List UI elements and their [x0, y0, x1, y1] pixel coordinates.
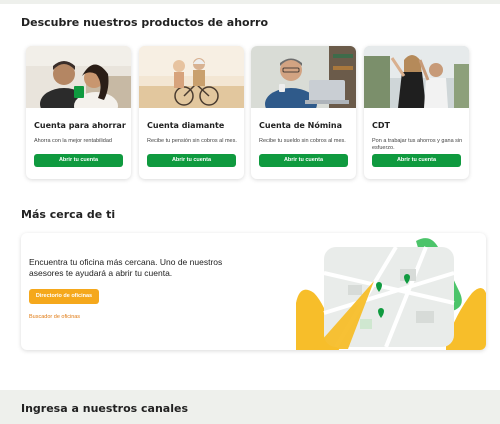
- product-card-cdt: CDT Pon a trabajar tus ahorros y gana si…: [364, 46, 469, 179]
- office-directory-button[interactable]: Directorio de oficinas: [29, 289, 99, 304]
- product-name: CDT: [372, 121, 390, 130]
- man-laptop-photo: [251, 46, 356, 108]
- product-name: Cuenta de Nómina: [259, 121, 342, 130]
- elderly-couple-bike-photo: [139, 46, 244, 108]
- celebrating-couple-photo: [364, 46, 469, 108]
- couple-photo: [26, 46, 131, 108]
- product-description: Ahorra con la mejor rentabilidad: [34, 138, 112, 144]
- office-finder-box: Encuentra tu oficina más cercana. Uno de…: [21, 233, 486, 350]
- office-search-link[interactable]: Buscador de oficinas: [29, 314, 80, 320]
- top-strip: [0, 0, 500, 4]
- near-section-title: Más cerca de ti: [21, 208, 116, 221]
- product-card-diamante: Cuenta diamante Recibe tu pensión sin co…: [139, 46, 244, 179]
- product-description: Pon a trabajar tus ahorros y gana sin es…: [372, 138, 463, 151]
- product-name: Cuenta diamante: [147, 121, 225, 130]
- product-card-ahorrar: Cuenta para ahorrar Ahorra con la mejor …: [26, 46, 131, 179]
- product-card-nomina: Cuenta de Nómina Recibe tu sueldo sin co…: [251, 46, 356, 179]
- office-finder-text: Encuentra tu oficina más cercana. Uno de…: [29, 257, 223, 278]
- open-account-button[interactable]: Abrir tu cuenta: [34, 154, 123, 167]
- products-section-title: Descubre nuestros productos de ahorro: [21, 16, 269, 29]
- channels-section-title: Ingresa a nuestros canales: [21, 402, 188, 415]
- product-description: Recibe tu pensión sin cobros al mes.: [147, 138, 237, 144]
- open-account-button[interactable]: Abrir tu cuenta: [259, 154, 348, 167]
- map-illustration: [296, 238, 486, 350]
- product-description: Recibe tu sueldo sin cobros al mes.: [259, 138, 346, 144]
- open-account-button[interactable]: Abrir tu cuenta: [147, 154, 236, 167]
- product-name: Cuenta para ahorrar: [34, 121, 126, 130]
- open-account-button[interactable]: Abrir tu cuenta: [372, 154, 461, 167]
